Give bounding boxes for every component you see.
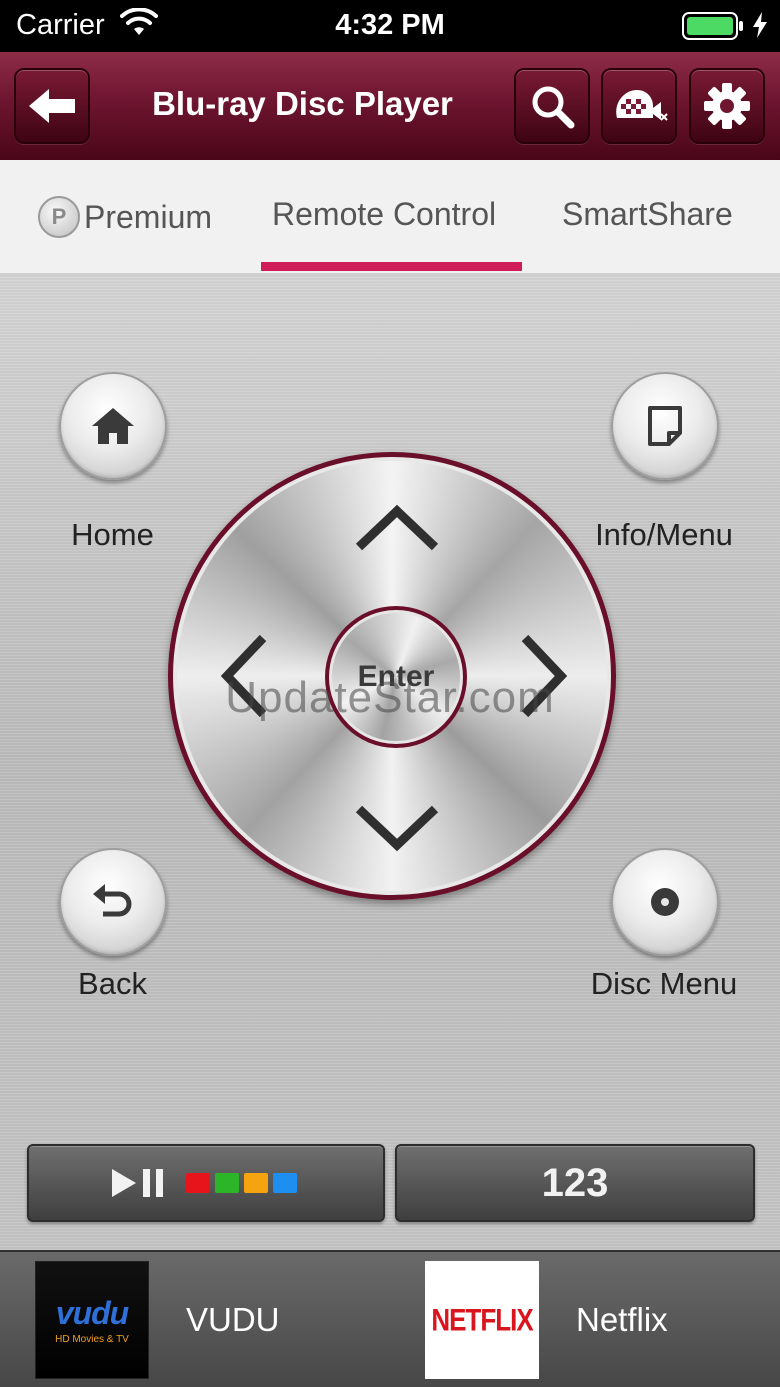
tab-smartshare[interactable]: SmartShare <box>562 196 733 233</box>
app-vudu[interactable]: vudu HD Movies & TV VUDU <box>35 1260 280 1380</box>
dpad-up-button[interactable] <box>352 483 442 573</box>
arrow-left-icon <box>29 89 75 123</box>
disc-icon <box>651 888 679 916</box>
info-menu-label: Info/Menu <box>595 517 733 552</box>
wifi-icon <box>120 8 158 35</box>
playback-controls-button[interactable] <box>27 1144 385 1222</box>
vudu-tagline: HD Movies & TV <box>55 1334 129 1345</box>
info-menu-button[interactable] <box>611 372 719 480</box>
green-key-icon <box>215 1173 239 1193</box>
back-button[interactable] <box>14 68 90 144</box>
vudu-logo-tile: vudu HD Movies & TV <box>35 1261 149 1379</box>
chevron-right-icon <box>521 634 568 718</box>
home-icon <box>92 408 134 444</box>
tab-smartshare-label: SmartShare <box>562 196 733 232</box>
netflix-logo: NETFLIX <box>431 1301 533 1338</box>
home-button[interactable] <box>59 372 167 480</box>
dpad-face: Enter <box>173 457 611 895</box>
enter-label: Enter <box>329 610 463 744</box>
page-icon <box>648 406 682 446</box>
search-button[interactable] <box>514 68 590 144</box>
blue-key-icon <box>273 1173 297 1193</box>
back-label: Back <box>78 966 147 1001</box>
return-icon <box>93 884 132 917</box>
numpad-button[interactable]: 123 <box>395 1144 755 1222</box>
app-netflix[interactable]: NETFLIX Netflix <box>425 1260 668 1380</box>
dpad: Enter <box>168 452 616 900</box>
tab-remote-control-label: Remote Control <box>272 196 497 232</box>
chevron-down-icon <box>355 805 439 852</box>
yellow-key-icon <box>244 1173 268 1193</box>
status-bar: Carrier 4:32 PM <box>0 0 780 52</box>
active-tab-indicator <box>261 262 522 271</box>
page-title: Blu-ray Disc Player <box>152 85 453 122</box>
search-icon <box>532 86 575 129</box>
dpad-down-button[interactable] <box>352 783 442 873</box>
tab-premium-label: Premium <box>84 198 213 235</box>
carrier-label: Carrier <box>16 9 105 41</box>
disconnect-icon <box>616 90 668 121</box>
settings-button[interactable] <box>689 68 765 144</box>
tab-remote-control[interactable]: Remote Control <box>272 196 496 233</box>
app-netflix-label: Netflix <box>576 1301 668 1338</box>
numpad-label: 123 <box>541 1160 609 1205</box>
remote-control-panel: Home Info/Menu Enter UpdateStar.com Back… <box>0 275 780 1250</box>
app-vudu-label: VUDU <box>186 1301 280 1338</box>
charging-bolt-icon <box>753 12 767 38</box>
play-pause-icon <box>112 1169 163 1197</box>
gear-icon <box>704 83 750 129</box>
color-keys-icon <box>186 1173 302 1193</box>
app-shortcuts-bar: vudu HD Movies & TV VUDU NETFLIX Netflix <box>0 1250 780 1387</box>
app-header: Blu-ray Disc Player <box>0 52 780 160</box>
return-button[interactable] <box>59 848 167 956</box>
enter-button[interactable]: Enter <box>325 606 467 748</box>
vudu-logo: vudu <box>55 1295 129 1331</box>
premium-icon: P <box>38 196 80 238</box>
home-label: Home <box>71 517 154 552</box>
dpad-right-button[interactable] <box>499 631 589 721</box>
red-key-icon <box>186 1173 210 1193</box>
status-time: 4:32 PM <box>335 9 445 41</box>
battery-icon <box>682 12 743 40</box>
netflix-logo-tile: NETFLIX <box>425 1261 539 1379</box>
dpad-left-button[interactable] <box>199 631 289 721</box>
disc-menu-button[interactable] <box>611 848 719 956</box>
tab-premium[interactable]: P Premium <box>38 196 212 238</box>
chevron-left-icon <box>220 634 267 718</box>
chevron-up-icon <box>355 504 439 551</box>
tab-bar: P Premium Remote Control SmartShare <box>0 160 780 275</box>
disconnect-button[interactable] <box>601 68 677 144</box>
disc-menu-label: Disc Menu <box>590 966 738 1001</box>
